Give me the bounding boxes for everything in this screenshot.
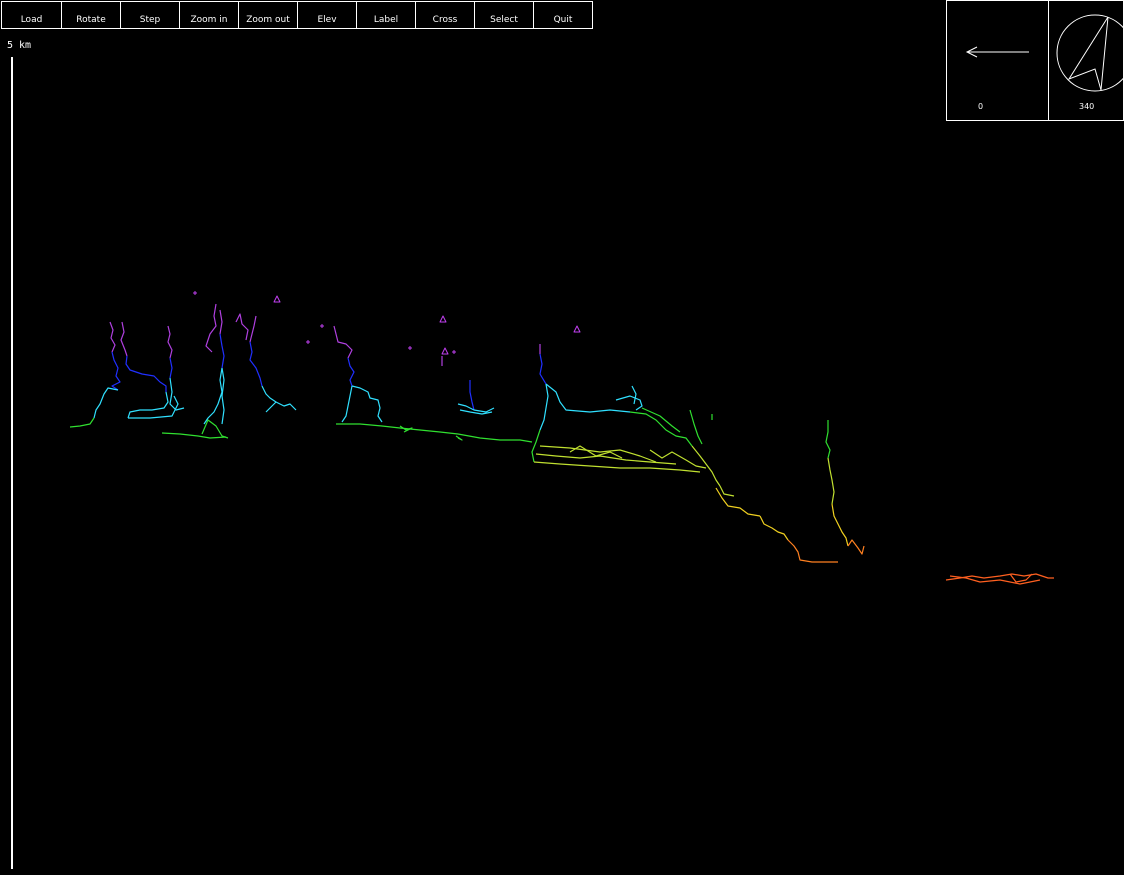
survey-passage	[539, 344, 643, 431]
survey-passage	[531, 407, 721, 487]
survey-passage	[333, 325, 533, 443]
survey-passage	[825, 420, 865, 555]
cave-survey-view[interactable]	[0, 0, 1124, 875]
rotation-value: 340	[1079, 102, 1095, 111]
survey-passage	[235, 313, 297, 413]
survey-passage	[161, 325, 229, 439]
elevation-control[interactable]: 0	[947, 1, 1049, 120]
rotation-control[interactable]: 340	[1049, 1, 1124, 120]
survey-passage	[441, 356, 495, 415]
view-navigator: 0 340	[946, 0, 1124, 121]
survey-passage	[945, 573, 1054, 585]
elevation-value: 0	[978, 102, 984, 111]
survey-passage	[203, 303, 225, 425]
survey-passage	[69, 321, 179, 428]
survey-passage	[715, 485, 838, 563]
